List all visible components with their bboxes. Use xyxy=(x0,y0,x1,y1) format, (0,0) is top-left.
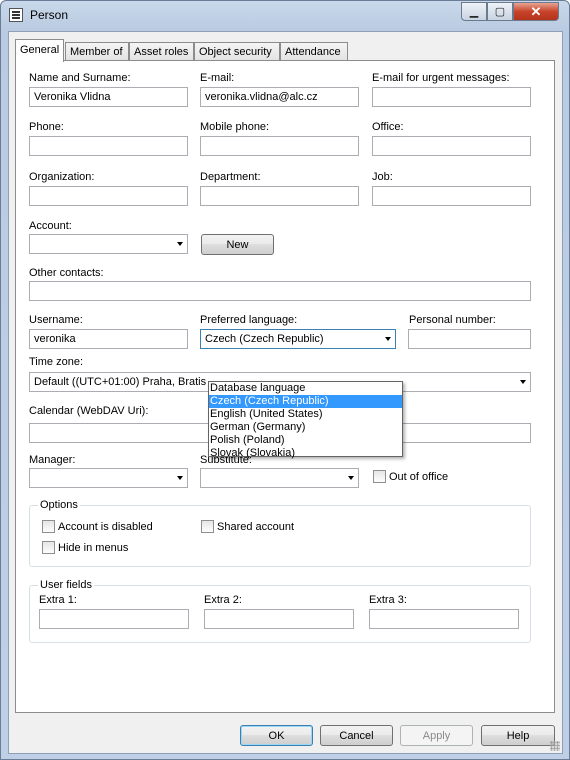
name-label: Name and Surname: xyxy=(29,72,131,84)
chevron-down-icon xyxy=(385,337,391,341)
extra3-label: Extra 3: xyxy=(369,594,407,606)
tab-attendance[interactable]: Attendance xyxy=(280,42,348,61)
tab-member-of[interactable]: Member of xyxy=(65,42,129,61)
extra1-label: Extra 1: xyxy=(39,594,77,606)
language-option[interactable]: German (Germany) xyxy=(209,421,402,434)
user-fields-group: User fields Extra 1: Extra 2: Extra 3: xyxy=(29,579,531,643)
resize-grip-icon[interactable] xyxy=(550,741,560,751)
manager-label: Manager: xyxy=(29,454,76,466)
organization-field[interactable] xyxy=(29,186,188,206)
phone-field[interactable] xyxy=(29,136,188,156)
tab-general[interactable]: General xyxy=(15,39,65,62)
organization-label: Organization: xyxy=(29,171,95,183)
apply-button[interactable]: Apply xyxy=(400,725,473,746)
shared-account-label[interactable]: Shared account xyxy=(217,521,294,533)
other-contacts-label: Other contacts: xyxy=(29,267,104,279)
language-option[interactable]: English (United States) xyxy=(209,408,402,421)
timezone-label: Time zone: xyxy=(29,356,84,368)
language-value: Czech (Czech Republic) xyxy=(205,333,324,345)
user-fields-group-title: User fields xyxy=(38,579,94,591)
substitute-combo[interactable] xyxy=(200,468,359,488)
language-label: Preferred language: xyxy=(200,314,298,326)
office-label: Office: xyxy=(372,121,404,133)
username-field[interactable]: veronika xyxy=(29,329,188,349)
tab-asset-roles[interactable]: Asset roles xyxy=(129,42,194,61)
urgent-email-field[interactable] xyxy=(372,87,531,107)
name-field[interactable]: Veronika Vlidna xyxy=(29,87,188,107)
dialog-button-bar: OK Cancel Apply Help xyxy=(9,715,562,753)
chevron-down-icon xyxy=(177,476,183,480)
account-disabled-label[interactable]: Account is disabled xyxy=(58,521,153,533)
language-option[interactable]: Polish (Poland) xyxy=(209,434,402,447)
options-group: Options Account is disabled Shared accou… xyxy=(29,499,531,567)
language-combo[interactable]: Czech (Czech Republic) xyxy=(200,329,396,349)
out-of-office-label[interactable]: Out of office xyxy=(389,471,448,483)
language-option-selected[interactable]: Czech (Czech Republic) xyxy=(209,395,402,408)
language-option[interactable]: Database language xyxy=(209,382,402,395)
app-icon xyxy=(9,8,23,22)
close-button[interactable]: ✕ xyxy=(513,2,559,21)
maximize-button[interactable]: ▢ xyxy=(487,2,513,21)
minimize-button[interactable]: ▁ xyxy=(461,2,487,21)
personal-number-field[interactable] xyxy=(408,329,531,349)
ok-button[interactable]: OK xyxy=(240,725,313,746)
account-combo[interactable] xyxy=(29,234,188,254)
extra3-field[interactable] xyxy=(369,609,519,629)
new-account-button[interactable]: New xyxy=(201,234,274,255)
personal-number-label: Personal number: xyxy=(409,314,496,326)
dialog-client: General Member of Asset roles Object sec… xyxy=(8,31,563,754)
mobile-label: Mobile phone: xyxy=(200,121,270,133)
office-field[interactable] xyxy=(372,136,531,156)
title-bar[interactable]: Person ▁ ▢ ✕ xyxy=(1,1,569,29)
options-group-title: Options xyxy=(38,499,80,511)
urgent-email-label: E-mail for urgent messages: xyxy=(372,72,510,84)
general-tab-panel: Name and Surname: Veronika Vlidna E-mail… xyxy=(15,60,555,713)
window-title: Person xyxy=(30,8,69,22)
department-field[interactable] xyxy=(200,186,359,206)
hide-in-menus-label[interactable]: Hide in menus xyxy=(58,542,128,554)
mobile-field[interactable] xyxy=(200,136,359,156)
cancel-button[interactable]: Cancel xyxy=(320,725,393,746)
department-label: Department: xyxy=(200,171,261,183)
hide-in-menus-checkbox[interactable] xyxy=(42,541,55,554)
close-icon: ✕ xyxy=(530,3,542,19)
username-label: Username: xyxy=(29,314,83,326)
calendar-label: Calendar (WebDAV Uri): xyxy=(29,405,149,417)
tab-object-security[interactable]: Object security xyxy=(194,42,280,61)
other-contacts-field[interactable] xyxy=(29,281,531,301)
maximize-icon: ▢ xyxy=(494,6,506,18)
help-button[interactable]: Help xyxy=(481,725,555,746)
extra2-field[interactable] xyxy=(204,609,354,629)
account-disabled-checkbox[interactable] xyxy=(42,520,55,533)
chevron-down-icon xyxy=(348,476,354,480)
chevron-down-icon xyxy=(177,242,183,246)
out-of-office-checkbox[interactable] xyxy=(373,470,386,483)
chevron-down-icon xyxy=(520,380,526,384)
extra2-label: Extra 2: xyxy=(204,594,242,606)
minimize-icon: ▁ xyxy=(469,6,479,18)
shared-account-checkbox[interactable] xyxy=(201,520,214,533)
email-field[interactable]: veronika.vlidna@alc.cz xyxy=(200,87,359,107)
language-option[interactable]: Slovak (Slovakia) xyxy=(209,447,402,460)
email-label: E-mail: xyxy=(200,72,235,84)
extra1-field[interactable] xyxy=(39,609,189,629)
phone-label: Phone: xyxy=(29,121,64,133)
person-window: Person ▁ ▢ ✕ General Member of Asset rol… xyxy=(0,0,570,760)
job-label: Job: xyxy=(372,171,393,183)
timezone-value: Default ((UTC+01:00) Praha, Bratis xyxy=(34,376,207,388)
account-label: Account: xyxy=(29,220,72,232)
manager-combo[interactable] xyxy=(29,468,188,488)
job-field[interactable] xyxy=(372,186,531,206)
language-dropdown-list[interactable]: Database language Czech (Czech Republic)… xyxy=(208,381,403,460)
